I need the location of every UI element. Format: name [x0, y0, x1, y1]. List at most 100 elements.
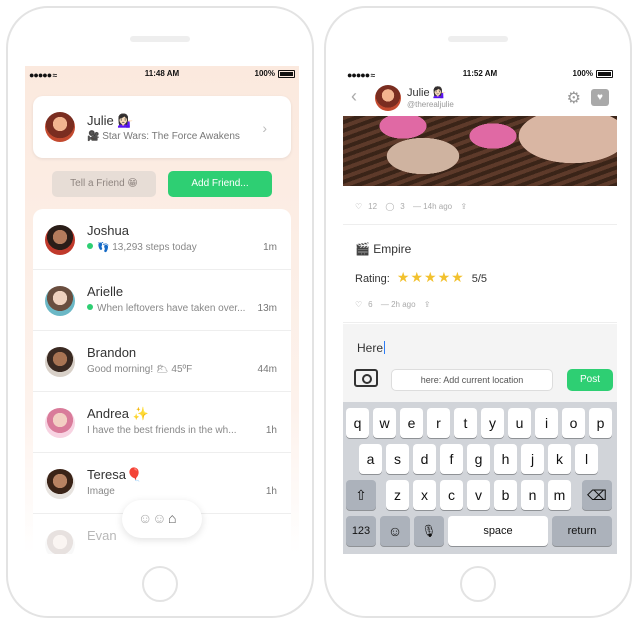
rating-value: 5/5	[471, 273, 488, 285]
key-w[interactable]: w	[373, 408, 396, 438]
key-b[interactable]: b	[494, 480, 517, 510]
key-s[interactable]: s	[386, 444, 409, 474]
compose-input[interactable]: Here	[357, 341, 386, 355]
comment-icon[interactable]: ◯	[385, 202, 394, 211]
profile-detail-screen: ●●●●● ≈ 11:52 AM 100% ‹ Julie 💁🏻‍♀️ @the…	[343, 66, 617, 554]
share-icon[interactable]: ⇪	[460, 202, 467, 211]
share-icon[interactable]: ⇪	[424, 300, 431, 309]
numbers-key[interactable]: 123	[346, 516, 376, 546]
heart-outline-icon[interactable]: ♡	[355, 300, 362, 309]
tell-a-friend-button[interactable]: Tell a Friend 😁	[52, 171, 156, 197]
key-h[interactable]: h	[494, 444, 517, 474]
key-z[interactable]: z	[386, 480, 409, 510]
like-count: 6	[368, 300, 373, 309]
profile-name: Julie 💁🏻‍♀️	[407, 87, 447, 99]
divider	[343, 224, 617, 225]
status-bar: ●●●●● ≈ 11:52 AM 100%	[343, 66, 617, 82]
friend-name: Andrea ✨	[87, 406, 149, 421]
keyboard: q w e r t y u i o p a s d f g h j k l ⇧ …	[343, 402, 617, 554]
friend-row-brandon[interactable]: Brandon Good morning! 🌥 45ºF 44m	[33, 331, 291, 392]
key-r[interactable]: r	[427, 408, 450, 438]
friend-time: 13m	[257, 303, 277, 314]
divider	[343, 322, 617, 323]
avatar	[45, 408, 75, 438]
key-n[interactable]: n	[521, 480, 544, 510]
speaker	[448, 36, 508, 42]
battery-icon	[596, 70, 613, 78]
friend-time: 1h	[265, 486, 277, 497]
friend-name: Arielle	[87, 284, 124, 299]
add-friend-button[interactable]: Add Friend...	[168, 171, 272, 197]
friend-row-joshua[interactable]: Joshua 👣 13,293 steps today 1m	[33, 209, 291, 270]
key-t[interactable]: t	[454, 408, 477, 438]
post-meta: ♡ 6 — 2h ago ⇪	[355, 300, 437, 309]
key-f[interactable]: f	[440, 444, 463, 474]
key-v[interactable]: v	[467, 480, 490, 510]
avatar	[45, 112, 75, 142]
comment-count: 3	[400, 202, 405, 211]
backspace-key[interactable]: ⌫	[582, 480, 612, 510]
battery-percent: 100%	[254, 69, 275, 78]
post-title: 🎬 Empire	[355, 242, 412, 256]
bottom-nav-pill: ☺☺ ⌂	[122, 500, 202, 538]
avatar	[45, 347, 75, 377]
online-indicator	[87, 243, 93, 249]
friend-row-andrea[interactable]: Andrea ✨ I have the best friends in the …	[33, 392, 291, 453]
friend-row-arielle[interactable]: Arielle When leftovers have taken over..…	[33, 270, 291, 331]
key-a[interactable]: a	[359, 444, 382, 474]
microphone-key[interactable]: 🎙	[414, 516, 444, 546]
left-phone: ●●●●● ≈ 11:48 AM 100% Julie 💁🏻‍♀️ 🎥 Star…	[6, 6, 314, 618]
right-phone: ●●●●● ≈ 11:52 AM 100% ‹ Julie 💁🏻‍♀️ @the…	[324, 6, 632, 618]
friend-time: 1m	[263, 242, 277, 253]
key-q[interactable]: q	[346, 408, 369, 438]
profile-handle: @therealjulie	[407, 100, 454, 109]
shift-key[interactable]: ⇧	[346, 480, 376, 510]
key-e[interactable]: e	[400, 408, 423, 438]
key-o[interactable]: o	[562, 408, 585, 438]
battery-icon	[278, 70, 295, 78]
key-g[interactable]: g	[467, 444, 490, 474]
profile-status: 🎥 Star Wars: The Force Awakens	[87, 131, 240, 142]
key-u[interactable]: u	[508, 408, 531, 438]
text-caret	[384, 341, 386, 354]
key-d[interactable]: d	[413, 444, 436, 474]
friend-activity: I have the best friends in the wh...	[87, 425, 237, 436]
return-key[interactable]: return	[552, 516, 612, 546]
home-button[interactable]	[460, 566, 496, 602]
my-profile-card[interactable]: Julie 💁🏻‍♀️ 🎥 Star Wars: The Force Awake…	[33, 96, 291, 158]
gear-icon[interactable]: ⚙	[567, 88, 581, 108]
key-l[interactable]: l	[575, 444, 598, 474]
friends-screen: ●●●●● ≈ 11:48 AM 100% Julie 💁🏻‍♀️ 🎥 Star…	[25, 66, 299, 554]
heart-outline-icon[interactable]: ♡	[355, 202, 362, 211]
heart-icon[interactable]: ♥	[591, 89, 609, 106]
space-key[interactable]: space	[448, 516, 548, 546]
key-k[interactable]: k	[548, 444, 571, 474]
key-p[interactable]: p	[589, 408, 612, 438]
emoji-key[interactable]: ☺	[380, 516, 410, 546]
post-photo[interactable]	[343, 116, 617, 186]
avatar	[45, 469, 75, 499]
chevron-right-icon: ›	[262, 120, 267, 136]
home-button[interactable]	[142, 566, 178, 602]
post-time: — 2h ago	[380, 300, 416, 309]
post-rating: Rating: ★★★★★ 5/5	[355, 269, 487, 286]
avatar	[45, 530, 75, 554]
friend-activity: 👣 13,293 steps today	[87, 242, 197, 253]
profile-header: ‹ Julie 💁🏻‍♀️ @therealjulie ⚙ ♥	[343, 82, 617, 116]
key-i[interactable]: i	[535, 408, 558, 438]
key-y[interactable]: y	[481, 408, 504, 438]
key-c[interactable]: c	[440, 480, 463, 510]
home-icon[interactable]: ⌂	[168, 510, 176, 526]
post-button[interactable]: Post	[567, 369, 613, 391]
rating-stars: ★★★★★	[396, 269, 465, 285]
key-j[interactable]: j	[521, 444, 544, 474]
friend-time: 44m	[257, 364, 277, 375]
compose-area: Here here: Add current location Post	[343, 324, 617, 402]
speaker	[130, 36, 190, 42]
key-m[interactable]: m	[548, 480, 571, 510]
back-chevron-icon[interactable]: ‹	[351, 86, 357, 107]
location-input[interactable]: here: Add current location	[391, 369, 553, 391]
camera-icon[interactable]	[354, 369, 378, 387]
key-x[interactable]: x	[413, 480, 436, 510]
friends-faces-icon[interactable]: ☺☺	[138, 510, 167, 526]
